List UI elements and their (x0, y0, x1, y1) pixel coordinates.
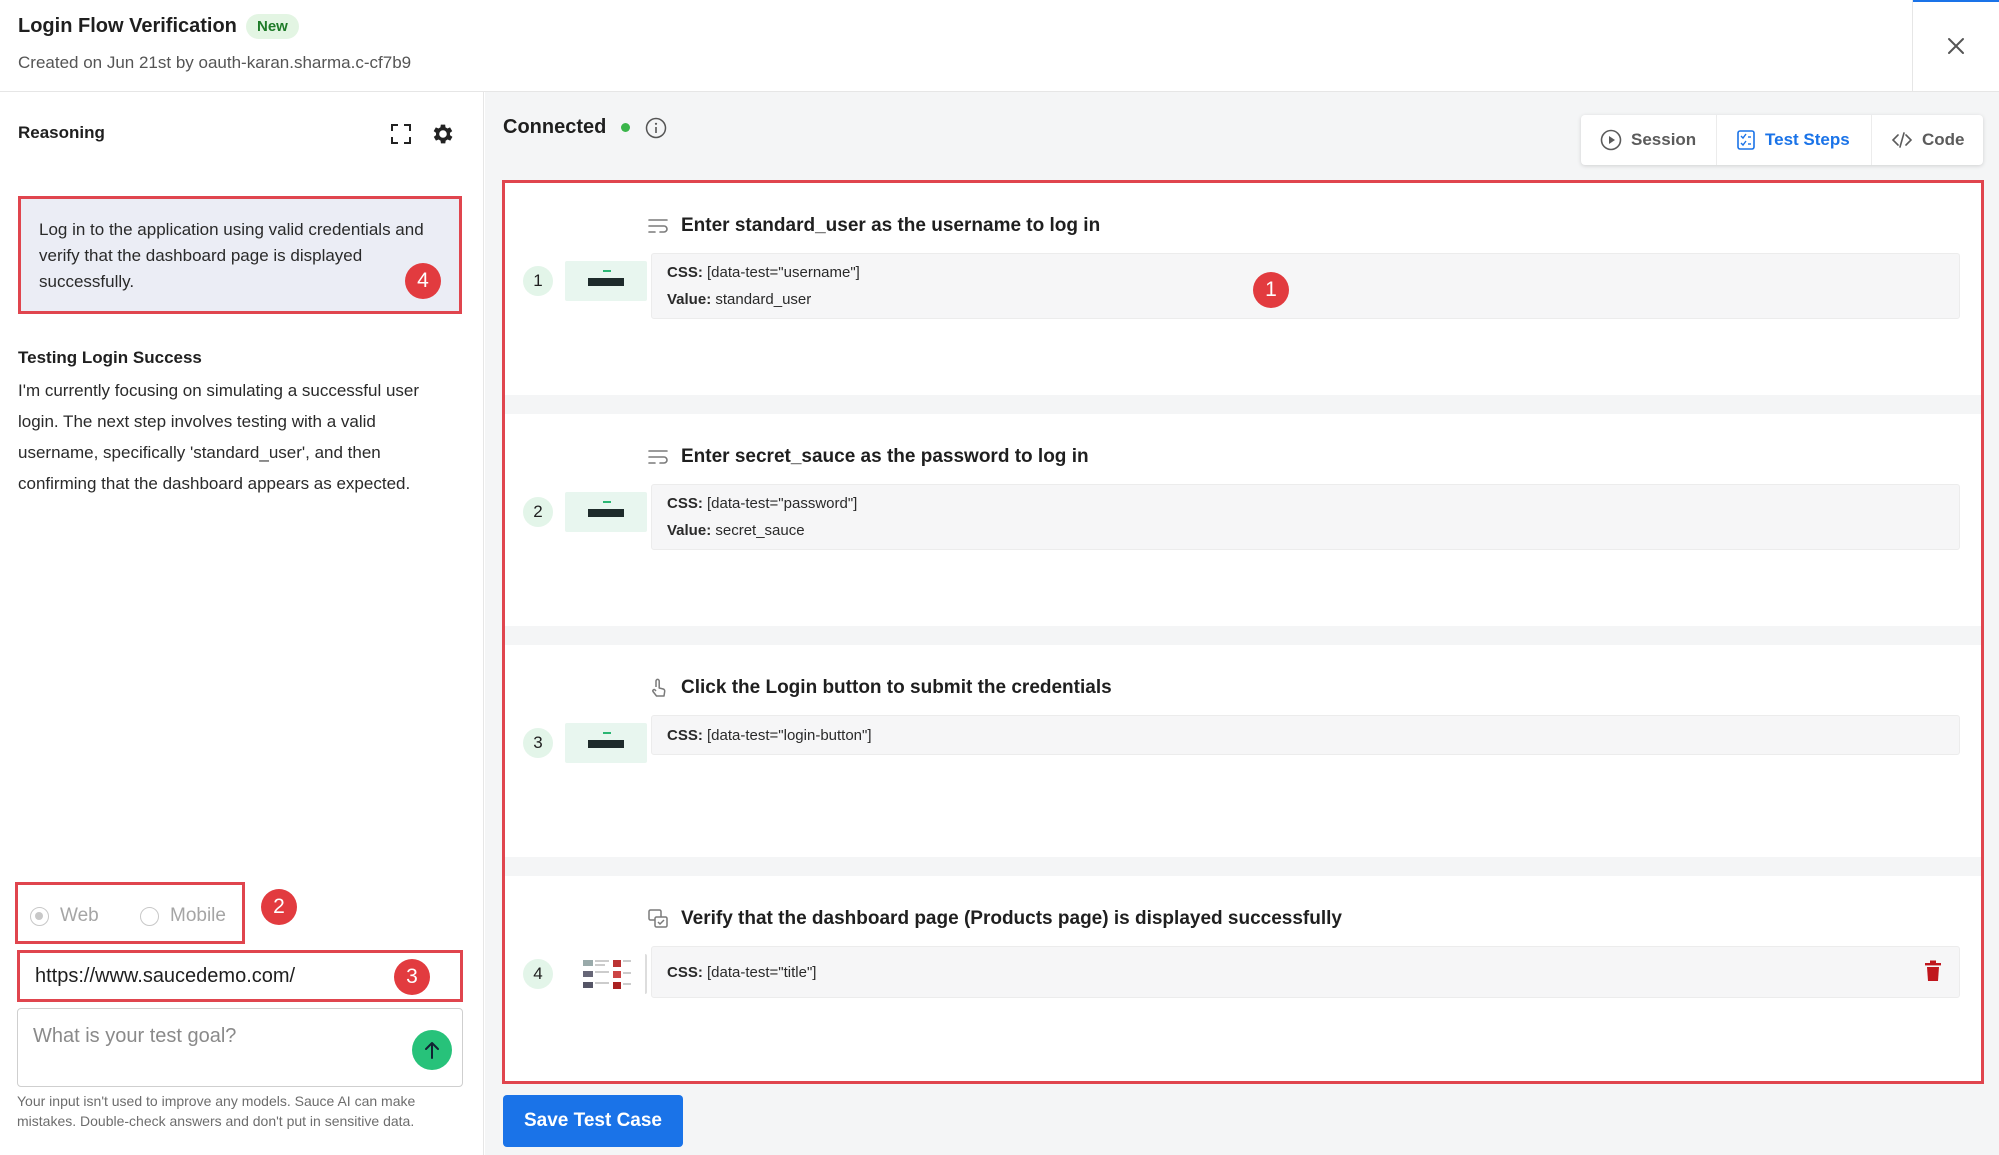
tab-session-label: Session (1631, 130, 1697, 149)
type-text-icon (648, 219, 668, 233)
tab-code[interactable]: Code (1872, 115, 1983, 165)
step-locator: CSS: [data-test="password"] Value: secre… (651, 484, 1960, 550)
test-step: Enter standard_user as the username to l… (505, 183, 1981, 395)
test-step: Enter secret_sauce as the password to lo… (505, 414, 1981, 626)
type-text-icon (648, 450, 668, 464)
connection-status-label: Connected (503, 116, 607, 138)
tab-code-label: Code (1922, 130, 1965, 149)
delete-step-icon[interactable] (1923, 960, 1943, 982)
value-label: Value: (667, 522, 712, 539)
header-bar: Login Flow Verification New Created on J… (0, 0, 1999, 92)
ai-disclaimer: Your input isn't used to improve any mod… (17, 1093, 416, 1129)
platform-mobile-radio[interactable]: Mobile (140, 905, 226, 927)
step-locator: CSS: [data-test="login-button"] (651, 715, 1960, 755)
step-screenshot-thumbnail[interactable] (565, 954, 647, 994)
step-screenshot-thumbnail[interactable] (565, 723, 647, 763)
step-screenshot-thumbnail[interactable] (565, 492, 647, 532)
tab-session[interactable]: Session (1581, 115, 1717, 165)
close-icon (1948, 38, 1964, 54)
value-label: Value: (667, 291, 712, 308)
step-screenshot-thumbnail[interactable] (565, 261, 647, 301)
platform-web-label: Web (60, 905, 99, 926)
annotation-marker-2: 2 (261, 889, 297, 925)
input-value: standard_user (715, 291, 812, 308)
created-info: Created on Jun 21st by oauth-karan.sharm… (18, 53, 412, 72)
test-step: Verify that the dashboard page (Products… (505, 876, 1981, 1081)
test-goal-text: Log in to the application using valid cr… (39, 220, 424, 291)
step-title-text: Click the Login button to submit the cre… (681, 677, 1112, 698)
radio-circle (30, 906, 49, 926)
css-selector: [data-test="password"] (707, 495, 858, 512)
step-number: 3 (523, 728, 553, 758)
page-title: Login Flow Verification (18, 15, 237, 37)
tab-test-steps[interactable]: Test Steps (1717, 115, 1872, 165)
step-locator: CSS: [data-test="username"] Value: stand… (651, 253, 1960, 319)
expand-icon[interactable] (389, 122, 413, 146)
reasoning-panel: Reasoning Log in to the application usin… (0, 92, 484, 1155)
step-number: 2 (523, 497, 553, 527)
tab-test-steps-label: Test Steps (1765, 130, 1850, 149)
step-title: Verify that the dashboard page (Products… (647, 908, 1342, 930)
code-icon (1891, 132, 1913, 148)
status-dot-icon (621, 123, 631, 132)
arrow-up-icon (425, 1042, 439, 1059)
thinking-body: I'm currently focusing on simulating a s… (18, 381, 420, 493)
test-goal-placeholder: What is your test goal? (33, 1025, 237, 1047)
tap-icon (652, 678, 666, 697)
new-badge: New (246, 14, 299, 39)
test-step: Click the Login button to submit the cre… (505, 645, 1981, 857)
thinking-title: Testing Login Success (18, 348, 202, 367)
css-label: CSS: (667, 495, 703, 512)
css-label: CSS: (667, 264, 703, 281)
step-locator: CSS: [data-test="title"] (651, 946, 1960, 998)
info-icon[interactable] (645, 117, 667, 139)
connection-status: Connected (503, 116, 667, 139)
gear-icon[interactable] (430, 121, 456, 147)
step-title-text: Verify that the dashboard page (Products… (681, 908, 1342, 929)
input-value: secret_sauce (715, 522, 805, 539)
annotation-marker-3: 3 (394, 959, 430, 995)
test-steps-list: Enter standard_user as the username to l… (502, 180, 1984, 1084)
send-button[interactable] (412, 1030, 452, 1070)
css-selector: [data-test="title"] (707, 964, 817, 981)
step-title-text: Enter secret_sauce as the password to lo… (681, 446, 1089, 467)
test-steps-panel: Connected Session Test Steps Code Enter … (485, 92, 1999, 1155)
platform-mobile-label: Mobile (170, 905, 226, 926)
verify-image-icon (648, 909, 668, 928)
step-title: Click the Login button to submit the cre… (647, 677, 1112, 699)
products-page-thumbnail-icon (583, 960, 631, 989)
platform-selector: Web Mobile (15, 882, 245, 944)
step-number: 4 (523, 959, 553, 989)
step-title-text: Enter standard_user as the username to l… (681, 215, 1101, 236)
step-title: Enter secret_sauce as the password to lo… (647, 446, 1089, 468)
step-number: 1 (523, 266, 553, 296)
test-goal-box: Log in to the application using valid cr… (18, 196, 462, 314)
css-label: CSS: (667, 727, 703, 744)
annotation-marker-4: 4 (405, 263, 441, 299)
radio-circle (140, 906, 159, 926)
url-value: https://www.saucedemo.com/ (35, 964, 296, 987)
close-button[interactable] (1912, 0, 1999, 92)
css-selector: [data-test="username"] (707, 264, 860, 281)
platform-web-radio[interactable]: Web (30, 905, 99, 927)
test-steps-icon (1737, 130, 1755, 150)
test-goal-input[interactable]: What is your test goal? (17, 1008, 463, 1087)
reasoning-title: Reasoning (18, 123, 105, 142)
step-title: Enter standard_user as the username to l… (647, 215, 1100, 237)
play-circle-icon (1600, 129, 1622, 151)
view-tabs: Session Test Steps Code (1581, 115, 1983, 165)
annotation-marker-1: 1 (1253, 272, 1289, 308)
css-selector: [data-test="login-button"] (707, 727, 872, 744)
css-label: CSS: (667, 964, 703, 981)
save-test-case-button[interactable]: Save Test Case (503, 1095, 683, 1147)
